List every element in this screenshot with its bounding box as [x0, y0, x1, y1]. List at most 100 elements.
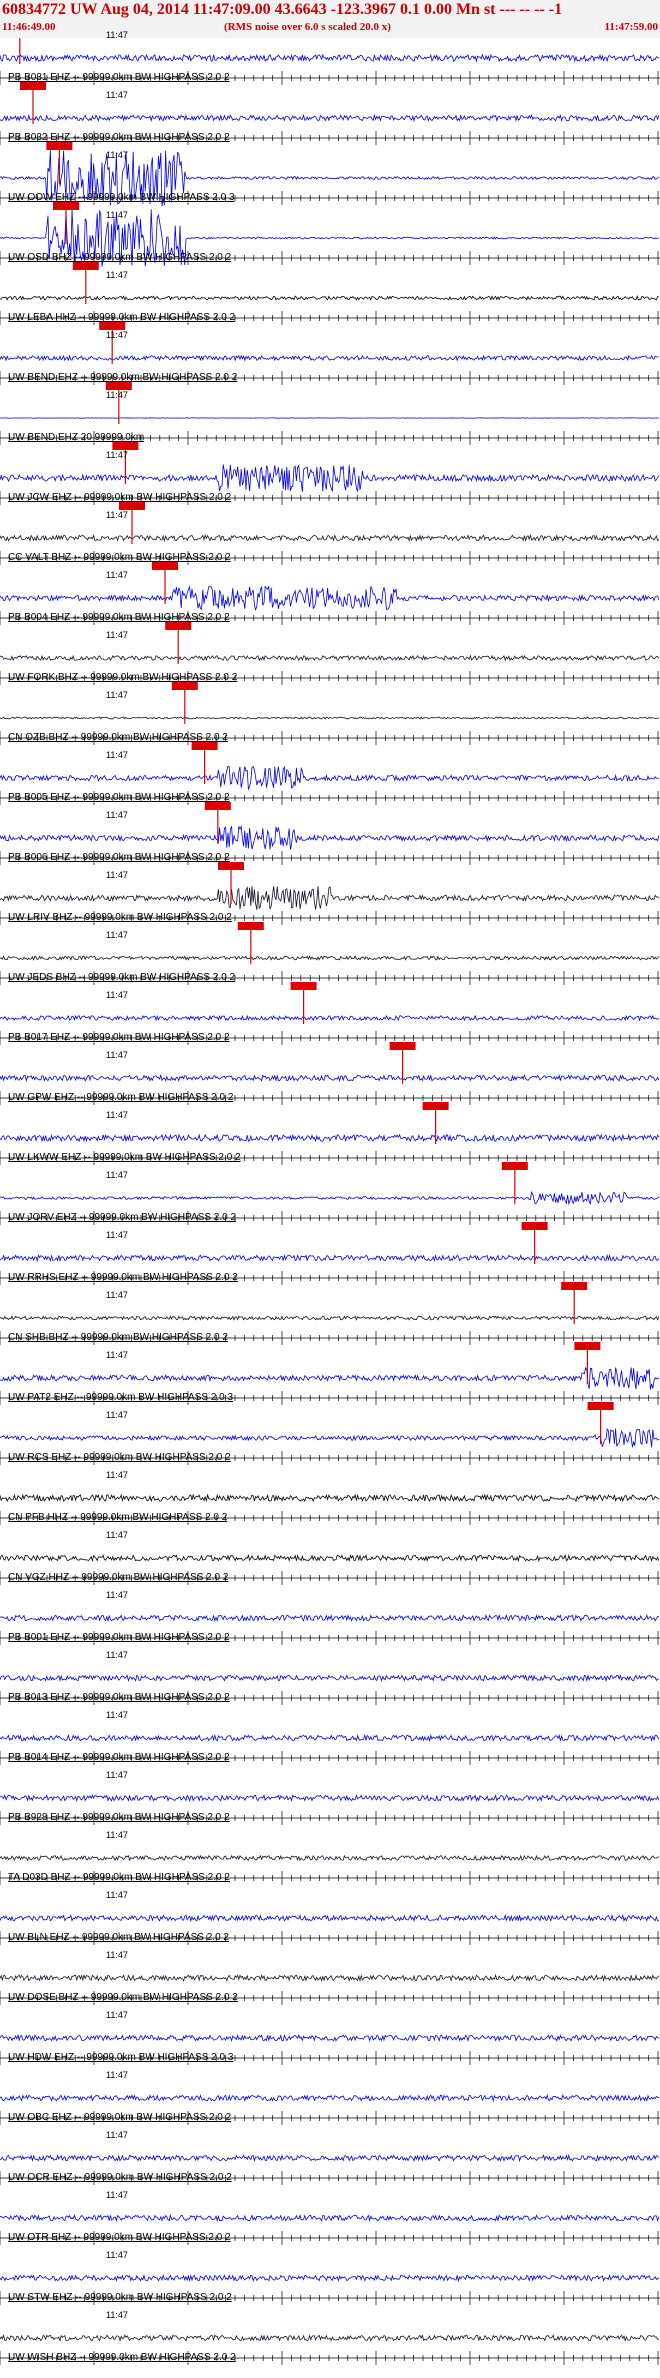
trace-24 — [0, 1493, 660, 1525]
phase-pick-flag — [422, 1102, 449, 1110]
waveform — [0, 53, 660, 63]
phase-pick-flag — [501, 1162, 528, 1170]
trace-33 — [0, 2033, 660, 2065]
trace-21 — [0, 1282, 660, 1345]
waveform — [0, 955, 660, 961]
event-title: 60834772 UW Aug 04, 2014 11:47:09.00 43.… — [2, 1, 563, 18]
waveform — [0, 1190, 660, 1206]
trace-37 — [0, 2273, 660, 2305]
trace-10 — [0, 622, 660, 685]
trace-4 — [0, 262, 660, 325]
trace-13 — [0, 802, 660, 865]
phase-pick-flag — [46, 142, 73, 150]
scaling-note: (RMS noise over 6.0 s scaled 20.0 x) — [224, 21, 391, 33]
plot-header: 60834772 UW Aug 04, 2014 11:47:09.00 43.… — [0, 0, 660, 38]
phase-pick-flag — [587, 1402, 614, 1410]
trace-15 — [0, 922, 660, 985]
phase-pick-flag — [218, 862, 244, 870]
waveform — [0, 2093, 659, 2103]
trace-7 — [0, 442, 660, 505]
phase-pick-flag — [165, 622, 192, 630]
waveform — [0, 464, 660, 493]
end-time: 11:47:59.00 — [604, 21, 658, 33]
trace-9 — [0, 562, 660, 625]
waveform — [0, 1315, 660, 1321]
waveform — [0, 585, 660, 612]
trace-27 — [0, 1674, 660, 1705]
trace-25 — [0, 1554, 660, 1585]
trace-5 — [0, 322, 660, 385]
trace-29 — [0, 1794, 660, 1825]
waveform — [0, 2334, 659, 2343]
trace-6 — [0, 382, 660, 445]
waveform — [0, 885, 660, 910]
waveform — [0, 654, 660, 662]
trace-23 — [0, 1402, 660, 1465]
waveform — [0, 2213, 660, 2223]
trace-3 — [0, 202, 660, 267]
seismogram-panel — [0, 38, 660, 2365]
waveform — [0, 1493, 660, 1503]
trace-35 — [0, 2153, 660, 2185]
trace-32 — [0, 1973, 660, 2005]
trace-12 — [0, 742, 660, 805]
phase-pick-flag — [574, 1342, 601, 1350]
trace-1 — [0, 82, 660, 145]
trace-22 — [0, 1342, 660, 1405]
phase-pick-flag — [237, 922, 264, 930]
waveform — [0, 2033, 660, 2043]
trace-19 — [0, 1162, 660, 1225]
waveform — [0, 113, 660, 123]
trace-38 — [0, 2334, 660, 2365]
waveform — [0, 765, 659, 790]
trace-8 — [0, 502, 660, 565]
trace-30 — [0, 1854, 660, 1885]
phase-pick-flag — [204, 802, 231, 810]
waveform — [0, 294, 659, 301]
phase-pick-flag — [521, 1222, 548, 1230]
trace-17 — [0, 1042, 660, 1105]
waveform — [0, 1554, 660, 1563]
phase-pick-flag — [72, 262, 99, 270]
waveform — [0, 825, 660, 850]
phase-pick-flag — [112, 442, 139, 450]
waveform — [0, 354, 659, 362]
waveform — [0, 716, 660, 720]
phase-pick-flag — [290, 982, 317, 990]
phase-pick-flag — [389, 1042, 416, 1050]
start-time: 11:46:49.00 — [2, 21, 56, 33]
trace-0 — [0, 38, 660, 85]
waveform — [0, 1913, 659, 1923]
waveform — [0, 1428, 660, 1448]
trace-14 — [0, 862, 660, 925]
waveform — [0, 1733, 660, 1743]
phase-pick-flag — [191, 742, 218, 750]
phase-pick-flag — [105, 382, 132, 390]
waveform — [0, 1794, 660, 1803]
phase-pick-flag — [53, 202, 79, 210]
phase-pick-flag — [152, 562, 178, 570]
trace-26 — [0, 1613, 660, 1645]
waveform — [0, 1253, 660, 1263]
waveform — [0, 1674, 659, 1683]
trace-36 — [0, 2213, 660, 2245]
phase-pick-flag — [20, 82, 46, 90]
waveform — [0, 1973, 660, 1983]
waveform — [0, 1073, 660, 1083]
waveform — [0, 533, 660, 543]
trace-16 — [0, 982, 660, 1045]
phase-pick-flag — [99, 322, 126, 330]
phase-pick-flag — [171, 682, 198, 690]
waveform — [0, 2153, 660, 2163]
trace-2 — [0, 142, 660, 207]
trace-31 — [0, 1913, 660, 1945]
waveform — [0, 1613, 659, 1623]
trace-34 — [0, 2093, 660, 2125]
waveform — [0, 1366, 660, 1390]
phase-pick-flag — [119, 502, 145, 510]
trace-18 — [0, 1102, 660, 1165]
trace-28 — [0, 1733, 660, 1765]
waveform — [0, 2273, 660, 2283]
waveform — [0, 1014, 660, 1022]
phase-pick-flag — [561, 1282, 588, 1290]
